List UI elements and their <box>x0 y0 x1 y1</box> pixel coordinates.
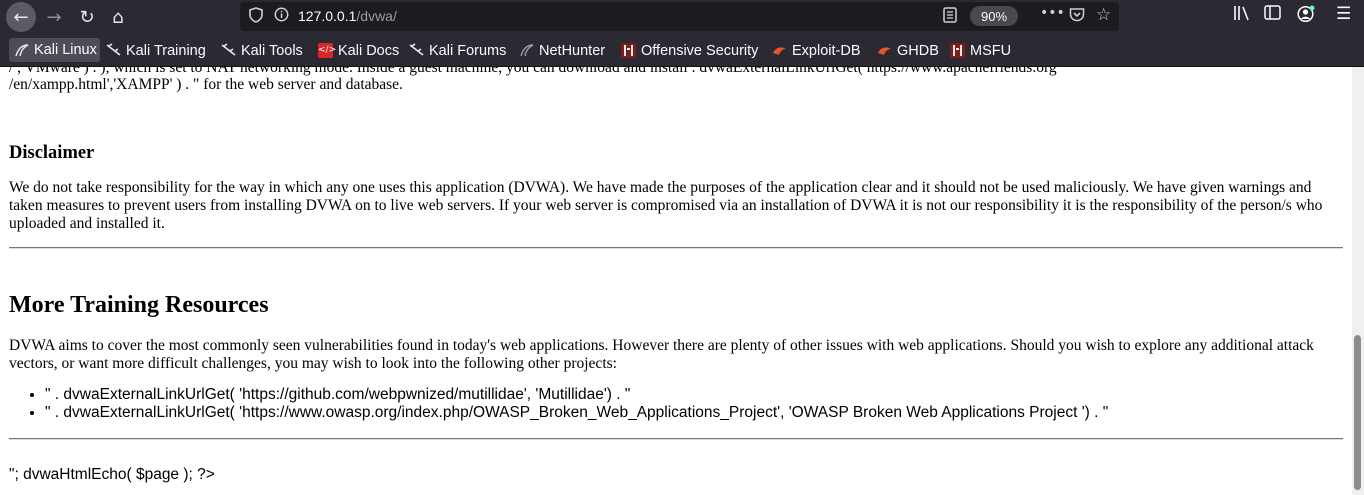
kali-docs-icon: </> <box>318 43 336 58</box>
scrollbar-thumb[interactable] <box>1354 335 1361 490</box>
kali-dragon-icon <box>409 43 424 58</box>
bookmark-kali-tools[interactable]: Kali Tools <box>221 40 303 61</box>
menu-icon[interactable]: ☰ <box>1336 4 1351 24</box>
bookmark-msfu[interactable]: MSFU <box>950 40 1011 61</box>
list-item: " . dvwaExternalLinkUrlGet( 'https://git… <box>45 386 1108 404</box>
divider <box>9 438 1343 440</box>
site-info-icon[interactable] <box>274 7 289 26</box>
url-bar[interactable]: 127.0.0.1/dvwa/ 90% ••• ☆ <box>240 2 1119 31</box>
install-text: /en/xampp.html','XAMPP' ) . " for the we… <box>9 76 403 93</box>
arrow-left-icon: ← <box>13 6 29 28</box>
account-icon[interactable] <box>1297 5 1315 27</box>
ghdb-icon <box>877 43 892 58</box>
kali-dragon-icon <box>106 43 121 58</box>
kali-dragon-icon <box>14 43 29 58</box>
footer-echo-text: "; dvwaHtmlEcho( $page ); ?> <box>9 466 215 483</box>
zoom-level-button[interactable]: 90% <box>970 6 1018 26</box>
pocket-icon[interactable] <box>1069 7 1085 26</box>
list-item: " . dvwaExternalLinkUrlGet( 'https://www… <box>45 404 1108 422</box>
home-button[interactable]: ⌂ <box>103 2 133 32</box>
more-training-text: DVWA aims to cover the most commonly see… <box>9 337 1314 372</box>
bookmark-nethunter[interactable]: NetHunter <box>519 40 605 61</box>
offsec-icon <box>621 43 636 58</box>
url-path: /dvwa/ <box>356 8 397 24</box>
home-icon: ⌂ <box>112 6 124 28</box>
bookmarks-toolbar: Kali Linux Kali Training Kali Tools </> … <box>0 34 1364 67</box>
bookmark-kali-linux[interactable]: Kali Linux <box>9 38 100 62</box>
bookmark-ghdb[interactable]: GHDB <box>877 40 939 61</box>
back-button[interactable]: ← <box>6 2 36 32</box>
disclaimer-heading: Disclaimer <box>9 143 95 163</box>
divider <box>9 247 1343 249</box>
more-training-heading: More Training Resources <box>9 292 269 318</box>
resources-list: " . dvwaExternalLinkUrlGet( 'https://git… <box>9 386 1108 422</box>
disclaimer-text: We do not take responsibility for the wa… <box>9 179 1323 232</box>
forward-button[interactable]: → <box>39 2 69 32</box>
bookmark-star-icon[interactable]: ☆ <box>1096 5 1111 25</box>
bookmark-kali-forums[interactable]: Kali Forums <box>409 40 506 61</box>
reload-button[interactable]: ↻ <box>72 2 102 32</box>
browser-toolbar: ← → ↻ ⌂ 127.0.0.1/dvwa/ 90% ••• ☆ ☰ <box>0 0 1364 34</box>
kali-dragon-icon <box>221 43 236 58</box>
vertical-scrollbar[interactable] <box>1352 67 1364 495</box>
bookmark-kali-docs[interactable]: </> Kali Docs <box>318 40 399 61</box>
page-actions-icon[interactable]: ••• <box>1040 5 1065 21</box>
url-text[interactable]: 127.0.0.1/dvwa/ <box>298 8 397 24</box>
page-content: / , VMware ) . ), which is set to NAT ne… <box>0 67 1352 495</box>
bookmark-exploit-db[interactable]: Exploit-DB <box>772 40 861 61</box>
library-icon[interactable] <box>1233 5 1251 25</box>
bookmark-kali-training[interactable]: Kali Training <box>106 40 206 61</box>
reload-icon: ↻ <box>79 6 95 28</box>
url-host: 127.0.0.1 <box>298 8 357 24</box>
sidebar-icon[interactable] <box>1264 5 1281 24</box>
bookmark-offensive-security[interactable]: Offensive Security <box>621 40 758 61</box>
tracking-shield-icon[interactable] <box>249 7 263 27</box>
exploit-db-icon <box>772 43 787 58</box>
offsec-icon <box>950 43 965 58</box>
arrow-right-icon: → <box>46 6 62 28</box>
reader-view-icon[interactable] <box>943 7 957 27</box>
kali-dragon-icon <box>519 43 534 58</box>
